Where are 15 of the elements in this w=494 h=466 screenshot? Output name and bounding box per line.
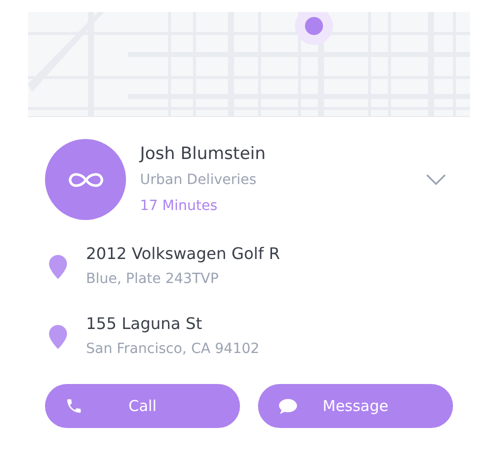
- company-name: Urban Deliveries: [140, 170, 258, 190]
- detail-title: 2012 Volkswagen Golf R: [86, 243, 280, 265]
- message-button[interactable]: Message: [258, 384, 453, 428]
- pin-icon: [48, 324, 68, 350]
- detail-subtitle: San Francisco, CA 94102: [86, 340, 260, 359]
- eta-text: 17 Minutes: [140, 196, 218, 216]
- phone-icon: [65, 397, 83, 415]
- location-marker-icon: [294, 12, 334, 46]
- driver-name: Josh Blumstein: [140, 142, 267, 166]
- detail-subtitle: Blue, Plate 243TVP: [86, 270, 220, 289]
- pin-icon: [48, 254, 68, 280]
- chat-bubble-icon: [278, 398, 298, 414]
- call-button[interactable]: Call: [45, 384, 240, 428]
- chevron-down-icon[interactable]: [426, 174, 446, 185]
- detail-title: 155 Laguna St: [86, 313, 204, 335]
